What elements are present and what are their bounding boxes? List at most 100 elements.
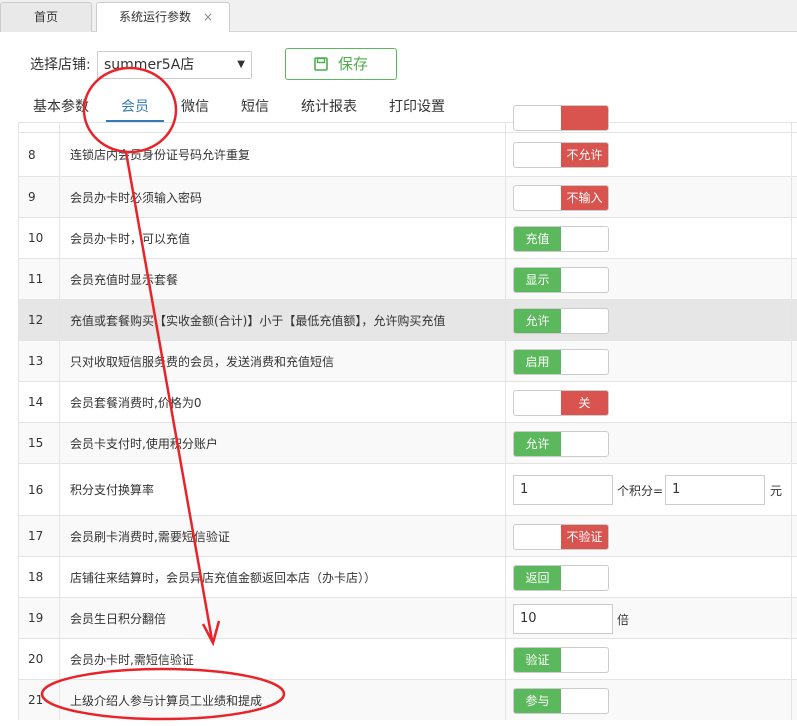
settings-header: 选择店铺: summer5A店 ▼ 保存 基本参数 会员 微信 短信 统计报表 … [0, 32, 797, 124]
toggle-switch[interactable]: 允许 [513, 431, 609, 457]
toggle-switch[interactable]: 启用 [513, 349, 609, 375]
toggle-switch[interactable] [513, 105, 609, 131]
tab-bar: 首页 系统运行参数 × [0, 0, 797, 32]
table-row: 18 店铺往来结算时，会员异店充值金额返回本店（办卡店）） 返回 [18, 556, 797, 597]
table-row: 12 充值或套餐购买【实收金额(合计)】小于【最低充值额】，允许购买充值 允许 [18, 299, 797, 340]
table-row: 8 连锁店内会员身份证号码允许重复 不允许 [18, 132, 797, 176]
toggle-switch[interactable]: 不验证 [513, 524, 609, 550]
setting-label: 上级介绍人参与计算员工业绩和提成 [60, 680, 506, 720]
toggle-on-label: 允许 [514, 432, 561, 456]
toggle-switch[interactable]: 返回 [513, 565, 609, 591]
points-equals-label: 个积分= [617, 484, 664, 498]
setting-label: 会员办卡时必须输入密码 [60, 177, 506, 217]
table-row: 10 会员办卡时，可以充值 充值 [18, 217, 797, 258]
store-select[interactable]: summer5A店 ▼ [97, 51, 252, 79]
row-number: 21 [18, 680, 60, 720]
setting-label: 会员充值时显示套餐 [60, 259, 506, 299]
caret-down-icon: ▼ [237, 59, 245, 70]
row-number: 9 [18, 177, 60, 217]
setting-control-cell: 允许 [506, 300, 792, 340]
table-row: 17 会员刷卡消费时,需要短信验证 不验证 [18, 515, 797, 556]
row-number: 16 [18, 464, 60, 515]
setting-label: 会员办卡时,需短信验证 [60, 639, 506, 679]
store-label: 选择店铺: [30, 57, 91, 73]
row-number: 17 [18, 516, 60, 556]
setting-label: 充值或套餐购买【实收金额(合计)】小于【最低充值额】，允许购买充值 [60, 300, 506, 340]
setting-control-cell: 关 [506, 382, 792, 422]
toggle-off-label: 不验证 [561, 525, 608, 549]
subtab-member[interactable]: 会员 [121, 96, 149, 116]
tab-system-params[interactable]: 系统运行参数 × [96, 2, 230, 32]
setting-control-cell: 1 个积分= 1 元 [506, 464, 792, 515]
toggle-on-label: 充值 [514, 227, 561, 251]
multiplier-input[interactable]: 10 [513, 604, 613, 634]
setting-control-cell: 不输入 [506, 177, 792, 217]
setting-control-cell: 启用 [506, 341, 792, 381]
toggle-off-label: 不输入 [561, 186, 608, 210]
setting-control-cell: 充值 [506, 218, 792, 258]
setting-control-cell: 不允许 [506, 133, 792, 176]
store-select-value: summer5A店 [104, 57, 195, 73]
toggle-switch[interactable]: 参与 [513, 688, 609, 714]
setting-control-cell: 10 倍 [506, 598, 792, 638]
setting-control-cell: 允许 [506, 423, 792, 463]
toggle-on-label: 允许 [514, 309, 561, 333]
toggle-switch[interactable]: 不允许 [513, 142, 609, 168]
row-number: 11 [18, 259, 60, 299]
row-number: 10 [18, 218, 60, 258]
toggle-switch[interactable]: 不输入 [513, 185, 609, 211]
setting-label: 会员套餐消费时,价格为0 [60, 382, 506, 422]
table-row: 15 会员卡支付时,使用积分账户 允许 [18, 422, 797, 463]
unit-label: 倍 [617, 613, 630, 627]
setting-label: 连锁店内会员身份证号码允许重复 [60, 133, 506, 176]
unit-label: 元 [770, 484, 783, 498]
save-button-label: 保存 [337, 55, 368, 73]
tab-system-params-label: 系统运行参数 [119, 10, 192, 24]
subtab-print-settings[interactable]: 打印设置 [389, 96, 445, 116]
toggle-switch[interactable]: 关 [513, 390, 609, 416]
toggle-switch[interactable]: 验证 [513, 647, 609, 673]
row-number: 8 [18, 133, 60, 176]
toggle-on-label: 返回 [514, 566, 561, 590]
table-row: 14 会员套餐消费时,价格为0 关 [18, 381, 797, 422]
setting-label: 会员办卡时，可以充值 [60, 218, 506, 258]
points-input[interactable]: 1 [513, 475, 613, 505]
subtab-sms[interactable]: 短信 [241, 96, 269, 116]
save-button[interactable]: 保存 [285, 48, 397, 80]
table-row [18, 105, 797, 132]
toggle-on-label: 显示 [514, 268, 561, 292]
toggle-switch[interactable]: 充值 [513, 226, 609, 252]
setting-label: 积分支付换算率 [60, 464, 506, 515]
subtab-reports[interactable]: 统计报表 [301, 96, 357, 116]
save-icon [314, 57, 328, 71]
toggle-on-label: 验证 [514, 648, 561, 672]
row-number: 15 [18, 423, 60, 463]
subtab-basic[interactable]: 基本参数 [33, 96, 89, 116]
toggle-on-label: 启用 [514, 350, 561, 374]
subtab-wechat[interactable]: 微信 [181, 96, 209, 116]
tab-home[interactable]: 首页 [0, 2, 92, 32]
setting-control-cell: 参与 [506, 680, 792, 720]
close-icon[interactable]: × [203, 3, 213, 31]
setting-label: 只对收取短信服务费的会员，发送消费和充值短信 [60, 341, 506, 381]
row-number: 20 [18, 639, 60, 679]
row-number: 19 [18, 598, 60, 638]
table-row: 21 上级介绍人参与计算员工业绩和提成 参与 [18, 679, 797, 720]
setting-label: 会员卡支付时,使用积分账户 [60, 423, 506, 463]
setting-control-cell: 显示 [506, 259, 792, 299]
row-number: 14 [18, 382, 60, 422]
setting-label: 会员生日积分翻倍 [60, 598, 506, 638]
setting-control-cell: 不验证 [506, 516, 792, 556]
toggle-switch[interactable]: 允许 [513, 308, 609, 334]
table-row: 13 只对收取短信服务费的会员，发送消费和充值短信 启用 [18, 340, 797, 381]
toggle-off-label: 不允许 [561, 143, 608, 167]
table-row: 16 积分支付换算率 1 个积分= 1 元 [18, 463, 797, 515]
setting-label: 会员刷卡消费时,需要短信验证 [60, 516, 506, 556]
toggle-off-label: 关 [561, 391, 608, 415]
row-number: 12 [18, 300, 60, 340]
table-row: 11 会员充值时显示套餐 显示 [18, 258, 797, 299]
toggle-on-label: 参与 [514, 689, 561, 713]
yuan-input[interactable]: 1 [665, 475, 765, 505]
row-number: 13 [18, 341, 60, 381]
toggle-switch[interactable]: 显示 [513, 267, 609, 293]
